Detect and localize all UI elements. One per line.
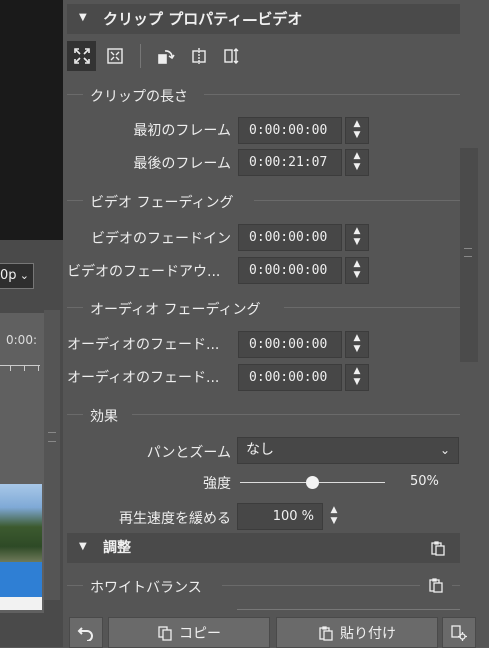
fit-button[interactable] (67, 41, 97, 71)
divider (254, 200, 460, 201)
undo-icon (77, 626, 93, 641)
undo-button[interactable] (69, 617, 103, 648)
divider (222, 585, 420, 586)
divider (67, 585, 83, 586)
adjust-title: 調整 (103, 540, 131, 556)
clipboard-icon[interactable] (428, 577, 444, 593)
slow-speed-stepper[interactable]: ▲ ▼ (325, 503, 343, 530)
paste-label: 貼り付け (340, 625, 396, 642)
audio-fading-title: オーディオ フェーディング (90, 302, 261, 318)
last-frame-label: 最後のフレーム (133, 156, 231, 172)
audio-fade-in-stepper[interactable]: ▲ ▼ (345, 331, 369, 358)
scrollbar-grip[interactable] (464, 248, 472, 257)
flip-vertical-icon (224, 48, 239, 64)
video-fade-out-field[interactable]: 0:00:00:00 (238, 257, 342, 284)
fill-button[interactable] (100, 41, 129, 71)
slow-speed-label: 再生速度を緩める (119, 511, 231, 527)
paste-settings-icon (451, 624, 467, 641)
rotate-icon (157, 50, 175, 64)
clip-properties-header[interactable]: ▼ クリップ プロパティ—ビデオ (67, 4, 460, 34)
audio-fade-in-field[interactable]: 0:00:00:00 (238, 331, 342, 358)
collapse-arrow-icon[interactable]: ▼ (79, 541, 87, 552)
divider (67, 414, 83, 415)
pan-zoom-select[interactable]: なし ⌄ (237, 437, 459, 464)
divider (204, 94, 460, 95)
flip-horizontal-icon (192, 48, 206, 64)
divider (284, 307, 460, 308)
audio-fade-out-label: オーディオのフェード... (67, 370, 220, 386)
video-fade-out-stepper[interactable]: ▲ ▼ (345, 257, 369, 284)
paste-settings-button[interactable] (442, 617, 476, 648)
first-frame-stepper[interactable]: ▲ ▼ (345, 117, 369, 144)
copy-icon (158, 625, 172, 641)
audio-fade-out-stepper[interactable]: ▲ ▼ (345, 364, 369, 391)
divider (237, 609, 460, 610)
effects-title: 効果 (90, 409, 118, 425)
audio-fade-in-label: オーディオのフェード... (67, 337, 220, 353)
video-fade-in-field[interactable]: 0:00:00:00 (238, 224, 342, 251)
copy-button[interactable]: コピー (108, 617, 270, 648)
clip-length-title: クリップの長さ (90, 89, 188, 105)
chevron-down-icon: ⌄ (19, 269, 29, 282)
rotate-button[interactable] (151, 41, 180, 71)
timeline-timecode: 0:00: (6, 333, 37, 347)
last-frame-stepper[interactable]: ▲ ▼ (345, 149, 369, 176)
clip-thumbnail[interactable] (0, 484, 42, 562)
video-fade-out-label: ビデオのフェードアウ... (67, 264, 221, 280)
strength-label: 強度 (203, 476, 231, 492)
audio-fade-out-field[interactable]: 0:00:00:00 (238, 364, 342, 391)
divider (67, 307, 83, 308)
collapse-arrow-icon[interactable]: ▼ (79, 12, 87, 23)
strength-slider-handle[interactable] (306, 476, 319, 489)
adjust-header[interactable]: ▼ 調整 (67, 533, 460, 563)
first-frame-label: 最初のフレーム (133, 123, 231, 139)
fit-icon (73, 48, 90, 64)
resolution-select[interactable]: 0p ⌄ (0, 263, 34, 289)
paste-button[interactable]: 貼り付け (276, 617, 438, 648)
last-frame-field[interactable]: 0:00:21:07 (238, 149, 342, 176)
resolution-value: 0p (0, 268, 17, 283)
video-fading-title: ビデオ フェーディング (90, 195, 234, 211)
clip-track (0, 597, 42, 610)
fill-icon (107, 48, 123, 64)
scrollbar-grip[interactable] (48, 432, 56, 442)
white-balance-title: ホワイトバランス (90, 580, 202, 596)
clip-bar[interactable] (0, 562, 42, 597)
timeline-scrollbar[interactable] (44, 310, 60, 600)
copy-label: コピー (179, 625, 221, 642)
divider (452, 585, 460, 586)
mode-toolbar (67, 40, 247, 72)
pan-zoom-label: パンとズーム (146, 445, 231, 461)
divider (67, 200, 83, 201)
strength-value: 50% (410, 474, 439, 489)
divider (67, 94, 83, 95)
first-frame-field[interactable]: 0:00:00:00 (238, 117, 342, 144)
clipboard-icon[interactable] (430, 540, 446, 556)
video-fade-in-label: ビデオのフェードイン (91, 231, 231, 247)
timeline-ruler (0, 365, 40, 371)
paste-icon (319, 625, 333, 641)
flip-horizontal-button[interactable] (184, 41, 213, 71)
flip-vertical-button[interactable] (218, 41, 247, 71)
pan-zoom-value: なし (246, 442, 274, 458)
divider (132, 414, 460, 415)
toolbar-divider (139, 44, 141, 68)
slow-speed-field[interactable]: 100 % (237, 503, 323, 530)
preview-area (0, 0, 63, 240)
clip-properties-title: クリップ プロパティ—ビデオ (103, 10, 303, 28)
video-fade-in-stepper[interactable]: ▲ ▼ (345, 224, 369, 251)
chevron-down-icon: ⌄ (439, 443, 450, 457)
